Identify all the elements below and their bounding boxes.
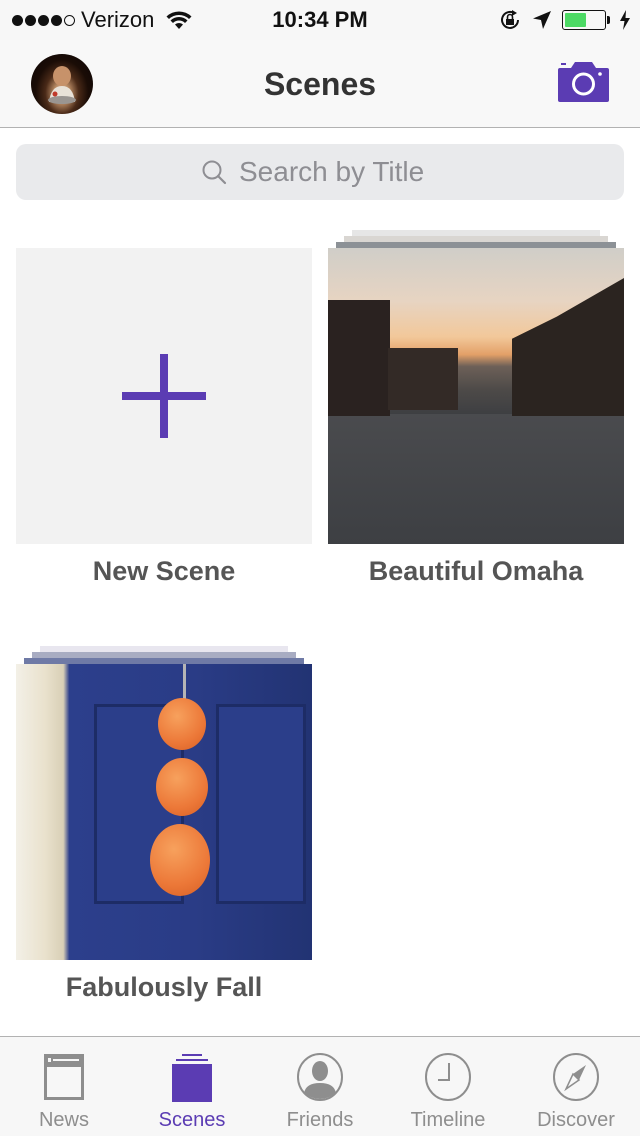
orientation-lock-icon	[501, 10, 519, 29]
tab-label: Timeline	[410, 1109, 486, 1131]
photo-building	[388, 348, 458, 410]
photo-road	[328, 414, 624, 544]
tab-label: News	[38, 1109, 89, 1131]
tab-news[interactable]: News	[0, 1037, 128, 1136]
scene-label-omaha[interactable]: Beautiful Omaha	[328, 556, 624, 587]
photo-building	[512, 278, 624, 416]
photo-pumpkin	[158, 698, 206, 750]
compass-icon	[553, 1053, 599, 1101]
tab-scenes[interactable]: Scenes	[128, 1037, 256, 1136]
new-scene-tile[interactable]	[16, 248, 312, 544]
plus-icon-bar	[122, 392, 206, 400]
location-arrow-icon	[533, 11, 551, 29]
tab-discover[interactable]: Discover	[512, 1037, 640, 1136]
tab-label: Discover	[537, 1109, 615, 1131]
tab-label: Friends	[286, 1109, 354, 1131]
scene-tile-fabulously-fall[interactable]	[16, 664, 312, 960]
scene-label-new[interactable]: New Scene	[16, 556, 312, 587]
battery-icon	[562, 10, 610, 30]
tab-bar: News Scenes Friends Timeline Discover	[0, 1036, 640, 1136]
status-right	[498, 8, 630, 32]
scene-tile-beautiful-omaha[interactable]	[328, 248, 624, 544]
photo-pumpkin	[156, 758, 208, 816]
photo-pumpkin	[150, 824, 210, 896]
scenes-screen: Verizon 10:34 PM Scenes Search by Title …	[0, 0, 640, 1136]
status-bar: Verizon 10:34 PM	[0, 0, 640, 40]
tab-timeline[interactable]: Timeline	[384, 1037, 512, 1136]
charging-bolt-icon	[620, 10, 630, 30]
photo-building	[328, 300, 390, 416]
friends-icon	[297, 1053, 343, 1101]
navigation-bar: Scenes	[0, 40, 640, 128]
news-icon	[44, 1054, 84, 1100]
scenes-icon	[172, 1054, 212, 1102]
search-input[interactable]	[239, 156, 439, 188]
page-title: Scenes	[263, 66, 377, 102]
search-icon	[202, 160, 227, 185]
scene-label-fall[interactable]: Fabulously Fall	[16, 972, 312, 1003]
door-panel	[216, 704, 306, 904]
tab-friends[interactable]: Friends	[256, 1037, 384, 1136]
battery-level	[565, 13, 586, 27]
search-bar[interactable]	[16, 144, 624, 200]
timeline-clock-icon	[425, 1053, 471, 1101]
tab-label: Scenes	[158, 1109, 226, 1131]
camera-icon[interactable]	[558, 62, 609, 102]
